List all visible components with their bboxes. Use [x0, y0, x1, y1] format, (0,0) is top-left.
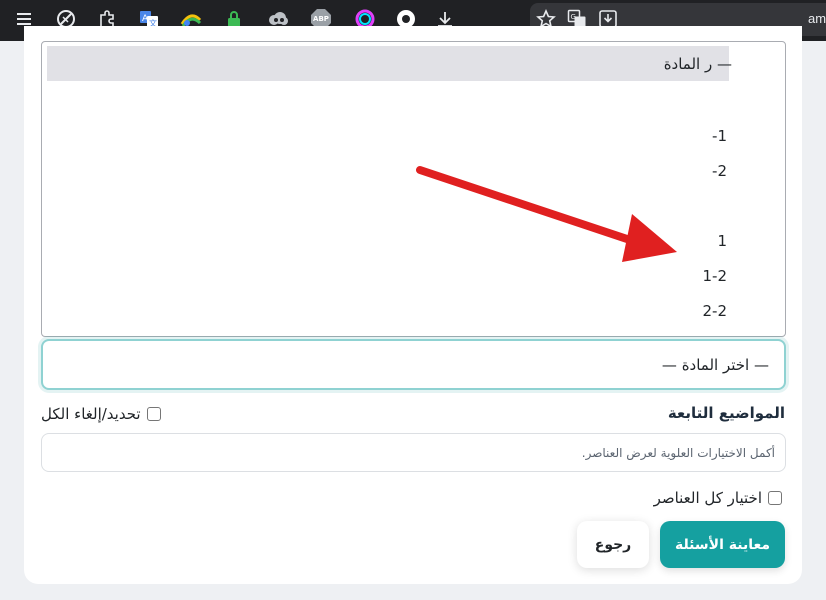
- annotation-arrow-icon: [416, 166, 677, 262]
